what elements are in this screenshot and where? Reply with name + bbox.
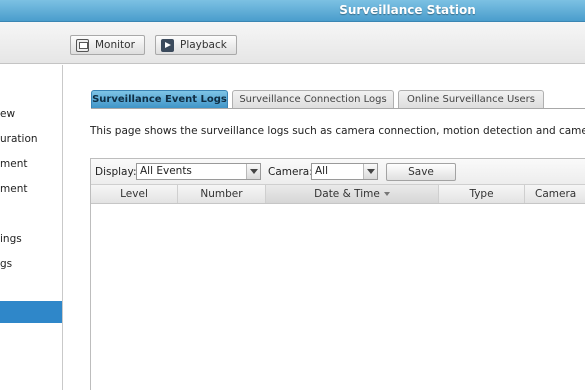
- display-select-value: All Events: [140, 165, 192, 177]
- camera-select-value: All: [315, 165, 329, 177]
- chevron-down-icon[interactable]: [363, 164, 377, 179]
- column-label: Level: [120, 188, 148, 200]
- monitor-button[interactable]: Monitor: [70, 35, 145, 55]
- toolbar: Monitor Playback: [0, 22, 585, 64]
- column-label: Date & Time: [314, 188, 380, 200]
- tab-strip: Surveillance Event Logs Surveillance Con…: [91, 90, 585, 110]
- sidebar-item-overview[interactable]: ew: [0, 103, 62, 125]
- sidebar-item-label: ings: [0, 233, 22, 245]
- sort-descending-icon: [383, 192, 390, 196]
- sidebar-item-label: gs: [0, 258, 13, 270]
- display-label: Display:: [95, 166, 137, 178]
- sidebar-item-management-1[interactable]: ment: [0, 153, 62, 175]
- log-grid: Display: All Events Camera: All Save Lev…: [90, 158, 585, 390]
- monitor-button-label: Monitor: [95, 39, 135, 51]
- sidebar-item-configuration[interactable]: uration: [0, 128, 62, 150]
- sidebar-item-management-2[interactable]: ment: [0, 178, 62, 200]
- column-level[interactable]: Level: [91, 185, 178, 203]
- save-button[interactable]: Save: [386, 163, 456, 181]
- sidebar: ew uration ment ment ings gs: [0, 65, 63, 390]
- filter-bar: Display: All Events Camera: All Save: [91, 159, 585, 185]
- sidebar-item-label: uration: [0, 133, 38, 145]
- column-label: Camera: [535, 188, 577, 200]
- camera-select[interactable]: All: [311, 163, 378, 180]
- playback-button[interactable]: Playback: [155, 35, 237, 55]
- display-select[interactable]: All Events: [136, 163, 261, 180]
- monitor-icon: [76, 38, 89, 52]
- sidebar-item-settings[interactable]: ings: [0, 228, 62, 250]
- sidebar-item-label: ment: [0, 183, 28, 195]
- sidebar-item-label: ment: [0, 158, 28, 170]
- window-title: Surveillance Station: [339, 3, 476, 17]
- sidebar-item-selected[interactable]: [0, 301, 62, 323]
- column-date-time[interactable]: Date & Time: [266, 185, 439, 203]
- title-bar: Surveillance Station: [0, 0, 585, 22]
- column-camera[interactable]: Camera: [525, 185, 585, 203]
- sidebar-item-label: ew: [0, 108, 16, 120]
- page-description: This page shows the surveillance logs su…: [90, 125, 585, 137]
- playback-icon: [161, 38, 174, 52]
- tab-surveillance-event-logs[interactable]: Surveillance Event Logs: [91, 90, 228, 109]
- sidebar-item-logs[interactable]: gs: [0, 253, 62, 275]
- playback-button-label: Playback: [180, 39, 227, 51]
- column-label: Number: [200, 188, 243, 200]
- tab-online-surveillance-users[interactable]: Online Surveillance Users: [398, 90, 544, 109]
- column-number[interactable]: Number: [178, 185, 266, 203]
- table-header: Level Number Date & Time Type Camera: [91, 185, 585, 204]
- chevron-down-icon[interactable]: [246, 164, 260, 179]
- tab-divider: [91, 108, 585, 109]
- column-label: Type: [469, 188, 494, 200]
- tab-surveillance-connection-logs[interactable]: Surveillance Connection Logs: [232, 90, 394, 109]
- column-type[interactable]: Type: [439, 185, 525, 203]
- camera-label: Camera:: [268, 166, 313, 178]
